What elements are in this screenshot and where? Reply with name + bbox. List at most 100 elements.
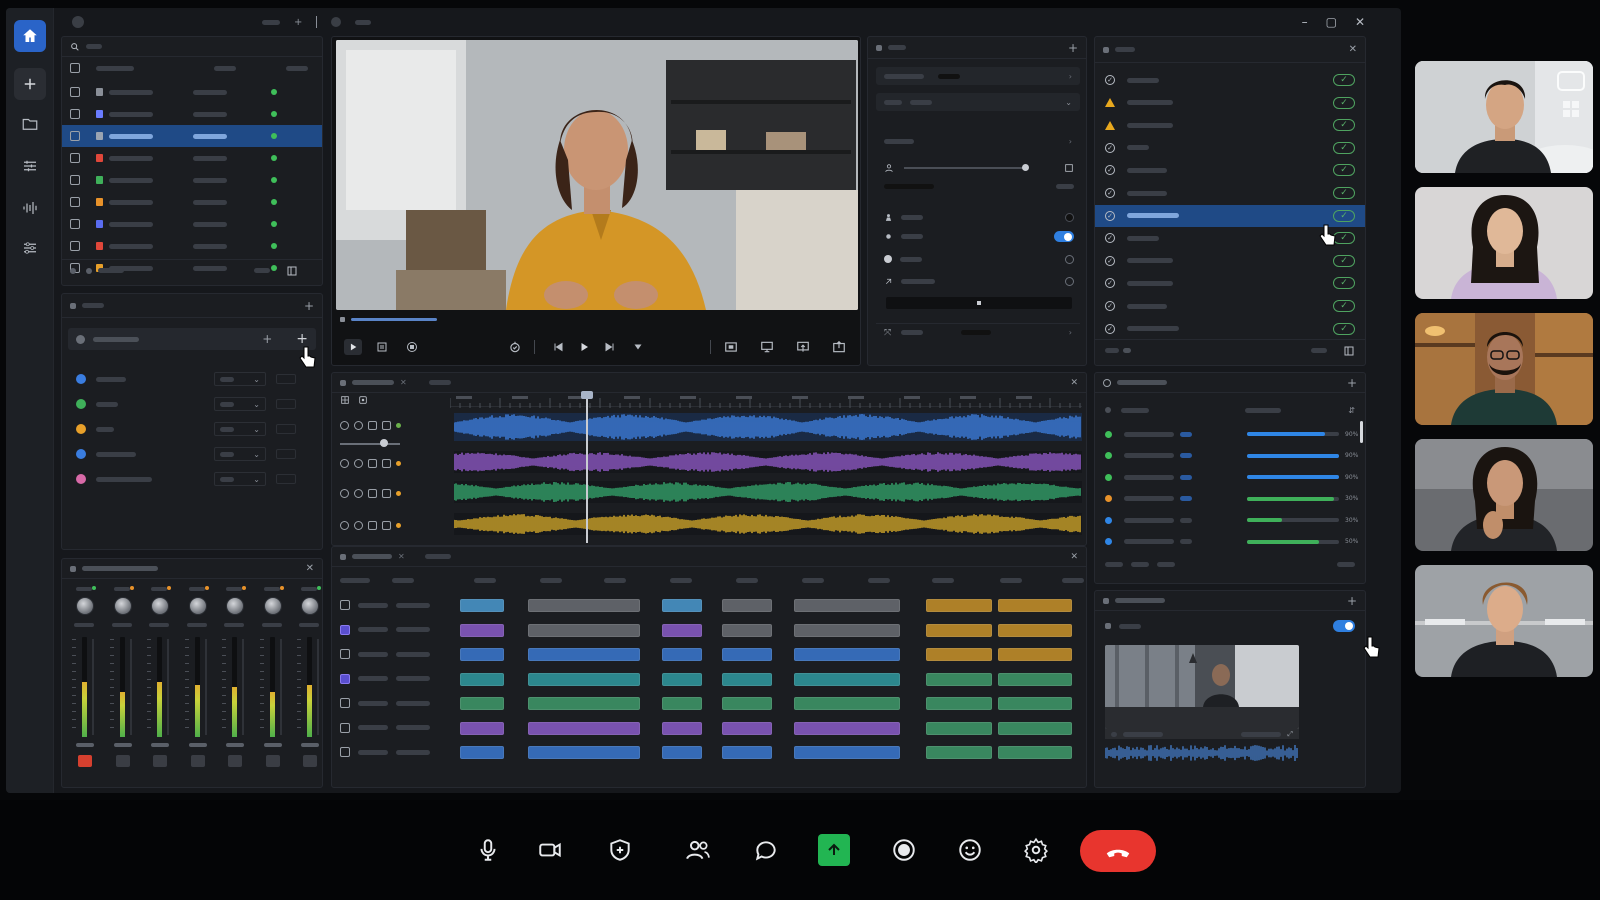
checklist-row[interactable]: ✓ ✓ (1095, 159, 1365, 181)
power-icon[interactable] (340, 458, 349, 468)
timeline-clip[interactable] (662, 746, 702, 759)
participants-button[interactable] (676, 828, 720, 872)
file-row[interactable] (62, 147, 322, 169)
timeline-clip[interactable] (926, 599, 992, 612)
clip-track-checkbox[interactable] (340, 698, 350, 708)
file-row[interactable] (62, 125, 322, 147)
timeline-clip[interactable] (528, 746, 640, 759)
timeline-clip[interactable] (794, 697, 900, 710)
property-select[interactable]: ⌄ (876, 93, 1080, 111)
timeline-clip[interactable] (722, 672, 772, 686)
check-mark-icon[interactable]: ✓ (1333, 164, 1355, 177)
checklist-row[interactable]: ✓ (1095, 92, 1365, 114)
playhead[interactable] (580, 391, 593, 543)
scrub-bar[interactable] (336, 316, 858, 322)
waveform-track[interactable] (454, 481, 1082, 503)
fader-track[interactable] (204, 639, 207, 735)
mute-icon[interactable] (368, 520, 377, 530)
pin-icon[interactable] (1557, 71, 1585, 91)
check-mark-icon[interactable]: ✓ (1333, 96, 1355, 109)
timeline-clip[interactable] (722, 599, 772, 612)
timeline-clip[interactable] (926, 746, 992, 759)
close-timeline-icon[interactable]: ✕ (1070, 552, 1078, 562)
check-mark-icon[interactable]: ✓ (1333, 322, 1355, 335)
inspector-footer[interactable]: ⤧ › (876, 323, 1080, 341)
row-checkbox[interactable] (70, 219, 80, 229)
checklist-row[interactable]: ✓ ✓ (1095, 250, 1365, 272)
check-mark-icon[interactable]: ✓ (1333, 74, 1355, 86)
participant-tile-2[interactable] (1415, 187, 1593, 299)
row-checkbox[interactable] (70, 109, 80, 119)
checklist-row[interactable]: ✓ ✓ (1095, 318, 1365, 340)
end-call-button[interactable] (1080, 830, 1156, 872)
property-row[interactable]: › (876, 67, 1080, 85)
timeline-clip[interactable] (794, 672, 900, 686)
solo-icon[interactable] (354, 488, 363, 498)
track-row[interactable]: ⌄ (62, 418, 322, 440)
pan-knob[interactable] (301, 597, 319, 615)
file-row[interactable] (62, 213, 322, 235)
fader-track[interactable] (317, 639, 319, 735)
skip-back-icon[interactable] (552, 341, 564, 353)
expand-icon[interactable] (1343, 345, 1355, 357)
timeline-clip[interactable] (998, 672, 1072, 686)
timeline-clip[interactable] (998, 623, 1072, 637)
mute-button[interactable] (265, 755, 280, 767)
add-property-icon[interactable]: + (1068, 41, 1078, 55)
row-checkbox[interactable] (70, 131, 80, 141)
check-mark-icon[interactable]: ✓ (1333, 187, 1355, 199)
progress-row[interactable]: 90% (1095, 445, 1365, 467)
volume-handle[interactable] (380, 439, 388, 447)
timeline-clip[interactable] (722, 697, 772, 710)
timeline-clip[interactable] (528, 672, 640, 686)
timeline-clip[interactable] (528, 599, 640, 612)
timeline-clip[interactable] (926, 648, 992, 661)
power-icon[interactable] (340, 488, 349, 498)
row-checkbox[interactable] (70, 153, 80, 163)
timeline-clip[interactable] (926, 721, 992, 735)
option-radio[interactable] (1065, 254, 1074, 264)
timeline-clip[interactable] (528, 623, 640, 637)
pan-knob[interactable] (113, 597, 132, 615)
fit-view-icon[interactable] (724, 340, 738, 354)
waveform-track[interactable] (454, 451, 1082, 473)
checklist-row[interactable]: ✓ (1095, 114, 1365, 136)
timeline-clip[interactable] (998, 697, 1072, 710)
play-button[interactable] (344, 339, 362, 355)
timeline-clip[interactable] (926, 623, 992, 637)
check-mark-icon[interactable]: ✓ (1333, 141, 1355, 154)
file-row[interactable] (62, 235, 322, 257)
clip-track-checkbox[interactable] (340, 673, 350, 684)
mute-button[interactable] (78, 755, 92, 767)
solo-icon[interactable] (354, 458, 363, 468)
stop-icon[interactable] (406, 341, 418, 353)
feature-toggle[interactable] (1054, 230, 1074, 242)
add-recording-icon[interactable]: + (1347, 594, 1357, 608)
mute-icon[interactable] (368, 458, 377, 468)
track-row[interactable]: ⌄ (62, 468, 322, 490)
timeline-clip[interactable] (998, 721, 1072, 735)
export-icon[interactable] (832, 340, 846, 354)
reactions-button[interactable] (948, 828, 992, 872)
apply-bar[interactable] (886, 297, 1072, 309)
timeline-clip[interactable] (662, 623, 702, 637)
mute-icon[interactable] (368, 420, 377, 430)
timeline-clip[interactable] (722, 648, 772, 661)
row-checkbox[interactable] (70, 197, 80, 207)
monitor-icon[interactable] (760, 340, 774, 354)
fader-track[interactable] (279, 639, 282, 735)
chat-button[interactable] (744, 828, 788, 872)
panel-toggle-icon[interactable] (286, 265, 298, 277)
close-mixer-icon[interactable]: ✕ (306, 563, 314, 574)
timeline-clip[interactable] (926, 672, 992, 686)
timeline-icon[interactable] (14, 150, 46, 182)
check-mark-icon[interactable]: ✓ (1333, 300, 1355, 312)
timeline-clip[interactable] (998, 648, 1072, 661)
mute-button[interactable] (303, 755, 317, 767)
power-icon[interactable] (340, 520, 349, 530)
track-group[interactable]: + + (68, 328, 316, 350)
timeline-clip[interactable] (794, 746, 900, 759)
power-icon[interactable] (340, 420, 349, 430)
timeline-clip[interactable] (528, 697, 640, 710)
slider-handle[interactable] (1022, 164, 1029, 171)
